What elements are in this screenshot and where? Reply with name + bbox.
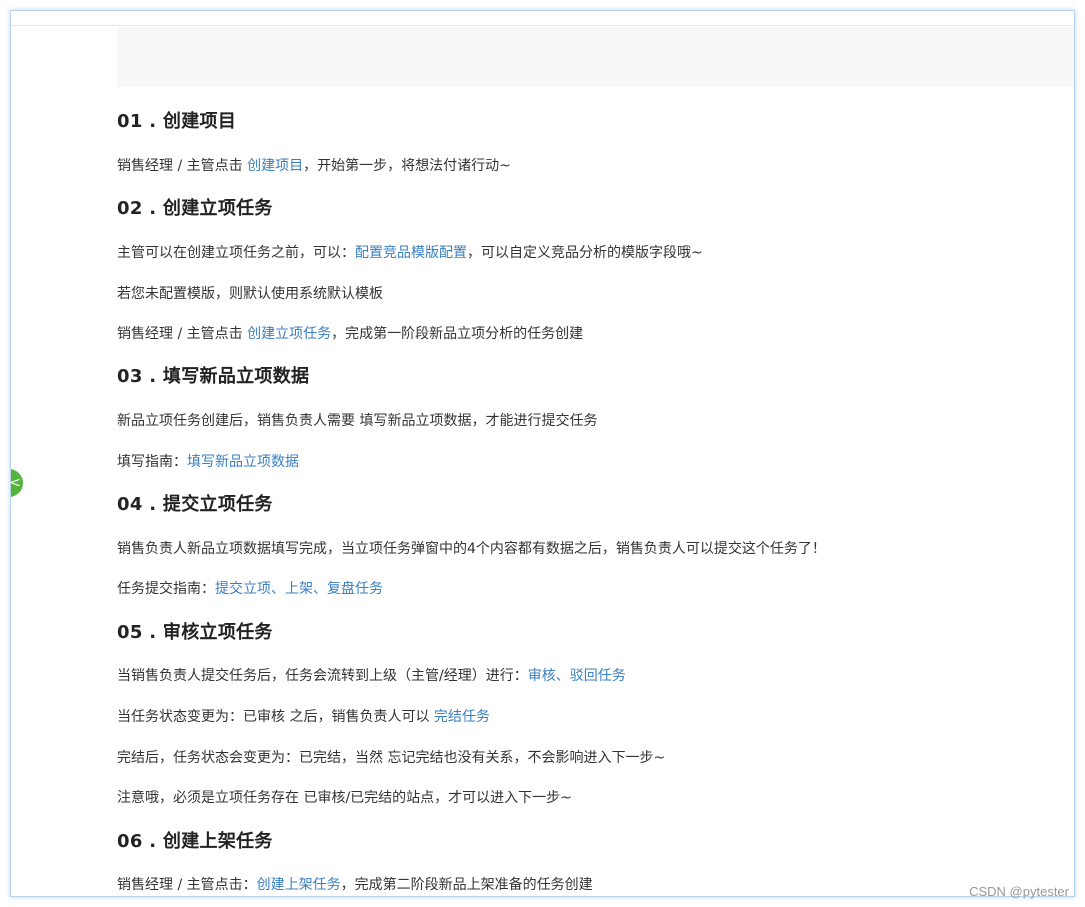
chevron-left-icon: < bbox=[10, 475, 21, 491]
section-heading-06: 06 . 创建上架任务 bbox=[117, 831, 273, 852]
paragraph: 销售经理 / 主管点击：创建上架任务，完成第二阶段新品上架准备的任务创建 bbox=[117, 877, 593, 893]
header-placeholder-bar bbox=[117, 27, 1074, 87]
paragraph: 注意哦，必须是立项任务存在 已审核/已完结的站点，才可以进入下一步~ bbox=[117, 790, 572, 806]
document-frame: < 01 . 创建项目 销售经理 / 主管点击 创建项目，开始第一步，将想法付诸… bbox=[10, 10, 1075, 897]
paragraph: 销售经理 / 主管点击 创建项目，开始第一步，将想法付诸行动~ bbox=[117, 158, 511, 174]
top-divider bbox=[11, 25, 1074, 26]
link-submit-guide[interactable]: 提交立项、上架、复盘任务 bbox=[215, 581, 383, 597]
section-heading-02: 02 . 创建立项任务 bbox=[117, 198, 273, 219]
watermark: CSDN @pytester bbox=[969, 884, 1069, 899]
paragraph: 新品立项任务创建后，销售负责人需要 填写新品立项数据，才能进行提交任务 bbox=[117, 413, 598, 429]
paragraph: 主管可以在创建立项任务之前，可以：配置竞品模版配置，可以自定义竞品分析的模版字段… bbox=[117, 245, 703, 261]
section-heading-05: 05 . 审核立项任务 bbox=[117, 622, 273, 643]
paragraph: 销售经理 / 主管点击 创建立项任务，完成第一阶段新品立项分析的任务创建 bbox=[117, 326, 584, 342]
paragraph: 若您未配置模版，则默认使用系统默认模板 bbox=[117, 286, 383, 302]
paragraph: 销售负责人新品立项数据填写完成，当立项任务弹窗中的4个内容都有数据之后，销售负责… bbox=[117, 541, 826, 557]
link-create-listing-task[interactable]: 创建上架任务 bbox=[257, 877, 341, 893]
section-heading-04: 04 . 提交立项任务 bbox=[117, 494, 273, 515]
link-complete-task[interactable]: 完结任务 bbox=[434, 709, 490, 725]
link-config-template[interactable]: 配置竞品模版配置 bbox=[355, 245, 467, 261]
paragraph: 任务提交指南：提交立项、上架、复盘任务 bbox=[117, 581, 383, 597]
link-review-reject[interactable]: 审核、驳回任务 bbox=[528, 668, 626, 684]
link-fill-data-guide[interactable]: 填写新品立项数据 bbox=[187, 454, 299, 470]
paragraph: 当销售负责人提交任务后，任务会流转到上级（主管/经理）进行：审核、驳回任务 bbox=[117, 668, 626, 684]
link-create-project[interactable]: 创建项目 bbox=[247, 158, 303, 174]
paragraph: 填写指南：填写新品立项数据 bbox=[117, 454, 299, 470]
section-heading-03: 03 . 填写新品立项数据 bbox=[117, 366, 310, 387]
paragraph: 完结后，任务状态会变更为：已完结，当然 忘记完结也没有关系，不会影响进入下一步~ bbox=[117, 750, 666, 766]
paragraph: 当任务状态变更为：已审核 之后，销售负责人可以 完结任务 bbox=[117, 709, 490, 725]
link-create-project-task[interactable]: 创建立项任务 bbox=[247, 326, 331, 342]
section-heading-01: 01 . 创建项目 bbox=[117, 111, 237, 132]
sidebar-toggle-button[interactable]: < bbox=[10, 469, 23, 497]
